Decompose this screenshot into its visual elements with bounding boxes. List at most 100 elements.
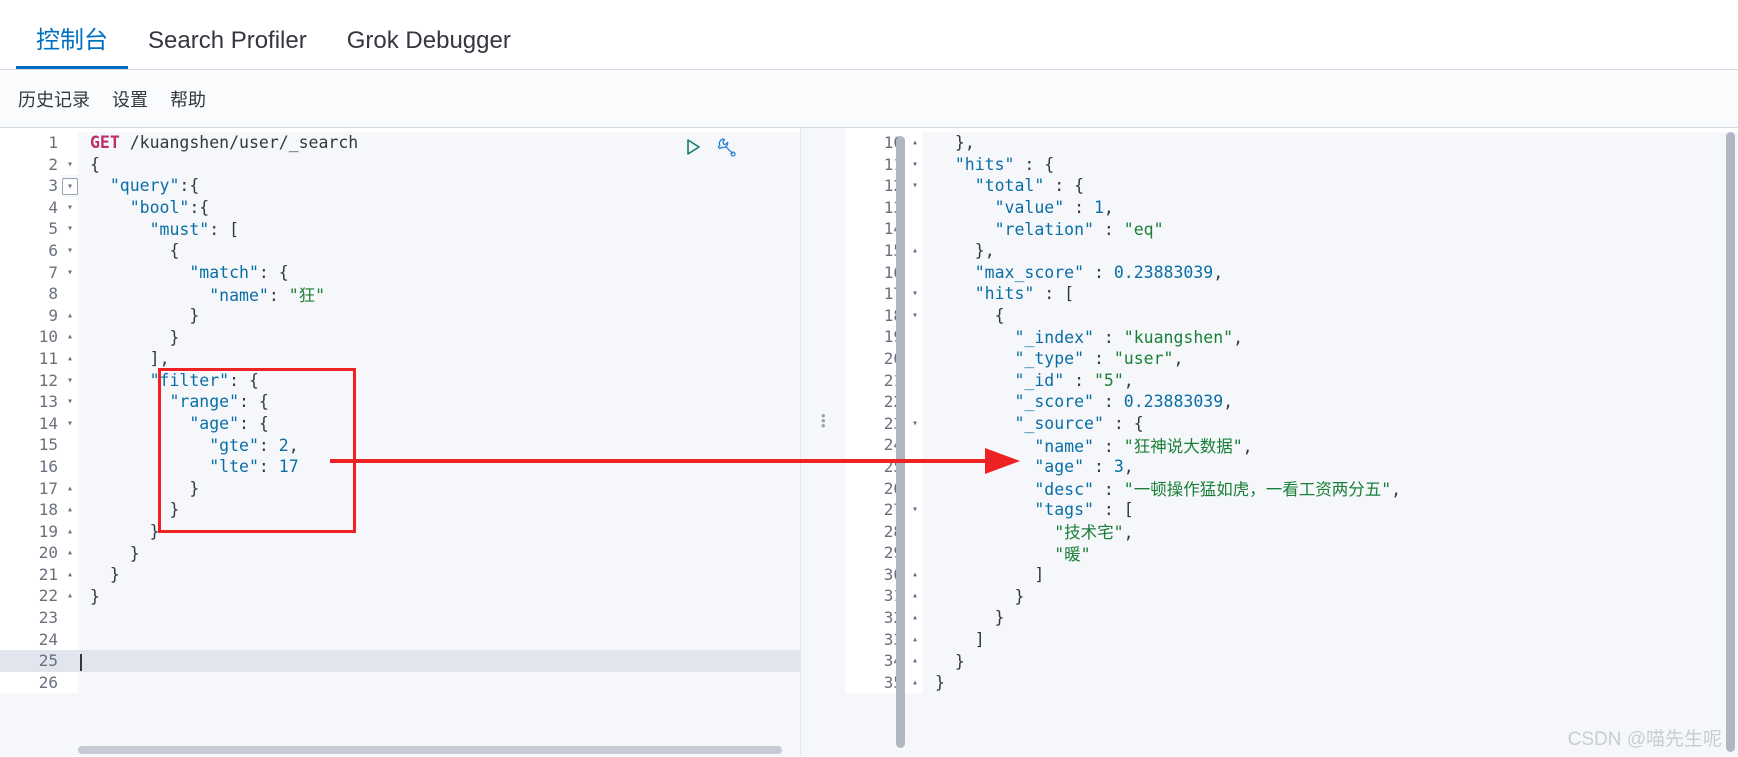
fold-toggle-icon[interactable]: ▴ [62, 563, 78, 586]
code-line[interactable]: 15 "gte": 2, [0, 434, 800, 456]
code-line[interactable]: 13 ▾ "range": { [0, 391, 800, 413]
code-line[interactable]: 19 "_index" : "kuangshen", [845, 326, 1738, 348]
code-line[interactable]: 25 [0, 650, 800, 672]
code-line[interactable]: 14 "relation" : "eq" [845, 218, 1738, 240]
code-line[interactable]: 12 ▾ "filter": { [0, 369, 800, 392]
left-pane-vertical-scrollbar[interactable] [896, 136, 905, 748]
code-line[interactable]: 20 "_type" : "user", [845, 347, 1738, 370]
wrench-icon[interactable] [716, 136, 738, 158]
fold-toggle-icon[interactable]: ▴ [62, 304, 78, 327]
code-line[interactable]: 28 "技术宅", [845, 520, 1738, 542]
code-line[interactable]: 23 ▾ "_source" : { [845, 412, 1738, 435]
response-editor[interactable]: 10 ▴ }, 11 ▾ "hits" : {12 ▾ "total" : {13 "v… [845, 128, 1738, 756]
code-line[interactable]: 21 "_id" : "5", [845, 369, 1738, 392]
code-line[interactable]: 17 ▾ "hits" : [ [845, 283, 1738, 305]
request-horizontal-scrollbar[interactable] [78, 746, 782, 754]
fold-toggle-icon[interactable]: ▴ [907, 628, 923, 651]
code-line[interactable]: 27 ▾ "tags" : [ [845, 499, 1738, 521]
code-line[interactable]: 15 ▴ }, [845, 239, 1738, 262]
code-line[interactable]: 32 ▴ } [845, 607, 1738, 629]
fold-toggle-icon[interactable]: ▴ [62, 542, 78, 564]
code-line[interactable]: 18 ▴ } [0, 499, 800, 521]
code-line[interactable]: 5 ▾ "must": [ [0, 218, 800, 240]
play-icon[interactable] [682, 136, 704, 158]
fold-toggle-icon[interactable]: ▾ [62, 196, 78, 219]
code-line[interactable]: 26 "desc" : "一顿操作猛如虎，一看工资两分五", [845, 477, 1738, 499]
fold-toggle-icon[interactable]: ▾ [907, 153, 923, 176]
code-line[interactable]: 22 "_score" : 0.23883039, [845, 391, 1738, 413]
response-viewer-pane[interactable]: 10 ▴ }, 11 ▾ "hits" : {12 ▾ "total" : {13 "v… [845, 128, 1738, 756]
fold-toggle-icon[interactable]: ▾ [62, 239, 78, 262]
code-line[interactable]: 29 "暖" [845, 542, 1738, 564]
fold-toggle-icon[interactable]: ▾ [62, 178, 78, 196]
code-line[interactable]: 34 ▴ } [845, 650, 1738, 672]
fold-toggle-icon[interactable]: ▾ [62, 218, 78, 240]
tab-search-profiler[interactable]: Search Profiler [128, 29, 327, 69]
code-line[interactable]: 20 ▴ } [0, 542, 800, 564]
code-line[interactable]: 35 ▴} [845, 671, 1738, 694]
fold-toggle-icon[interactable]: ▴ [907, 607, 923, 629]
code-line[interactable]: 10 ▴ } [0, 326, 800, 348]
fold-toggle-icon[interactable]: ▾ [62, 261, 78, 284]
fold-toggle-icon[interactable]: ▾ [907, 412, 923, 435]
code-line[interactable]: 10 ▴ }, [845, 132, 1738, 154]
fold-toggle-icon[interactable]: ▾ [907, 283, 923, 305]
code-line[interactable]: 21 ▴ } [0, 563, 800, 586]
code-line[interactable]: 1 GET /kuangshen/user/_search [0, 132, 800, 154]
code-line[interactable]: 12 ▾ "total" : { [845, 175, 1738, 197]
code-line[interactable]: 8 "name": "狂" [0, 283, 800, 305]
fold-toggle-icon[interactable]: ▴ [62, 477, 78, 500]
code-line[interactable]: 18 ▾ { [845, 304, 1738, 327]
code-line[interactable]: 16 "max_score" : 0.23883039, [845, 261, 1738, 284]
fold-toggle-icon[interactable]: ▴ [907, 239, 923, 262]
fold-toggle-icon[interactable]: ▾ [62, 369, 78, 392]
code-line[interactable]: 11 ▾ "hits" : { [845, 153, 1738, 176]
tab-grok-debugger[interactable]: Grok Debugger [327, 29, 531, 69]
code-line[interactable]: 11 ▴ ], [0, 347, 800, 370]
fold-toggle-icon[interactable]: ▾ [62, 412, 78, 435]
fold-toggle-icon[interactable]: ▾ [62, 391, 78, 413]
submenu-item-help[interactable]: 帮助 [170, 86, 206, 112]
code-line[interactable]: 19 ▴ } [0, 520, 800, 543]
fold-toggle-icon[interactable]: ▾ [62, 153, 78, 176]
code-line[interactable]: 16 "lte": 17 [0, 455, 800, 478]
fold-toggle-icon[interactable]: ▴ [62, 499, 78, 521]
tab-console[interactable]: 控制台 [16, 29, 128, 69]
fold-toggle-icon[interactable]: ▴ [907, 671, 923, 694]
fold-toggle-icon[interactable]: ▴ [907, 585, 923, 608]
code-line[interactable]: 33 ▴ ] [845, 628, 1738, 651]
code-line[interactable]: 30 ▴ ] [845, 563, 1738, 586]
code-line[interactable]: 26 [0, 671, 800, 694]
code-line[interactable]: 23 [0, 607, 800, 629]
fold-toggle-icon[interactable]: ▾ [907, 175, 923, 197]
response-vertical-scrollbar[interactable] [1726, 132, 1735, 752]
code-line[interactable]: 17 ▴ } [0, 477, 800, 500]
fold-toggle-icon[interactable]: ▴ [907, 650, 923, 672]
code-line[interactable]: 25 "age" : 3, [845, 455, 1738, 478]
code-line[interactable]: 14 ▾ "age": { [0, 412, 800, 435]
fold-toggle-icon[interactable]: ▴ [907, 563, 923, 586]
request-editor[interactable]: 1 GET /kuangshen/user/_search 2 ▾{3 ▾ "query… [0, 128, 800, 756]
code-line[interactable]: 7 ▾ "match": { [0, 261, 800, 284]
fold-toggle-icon[interactable]: ▴ [62, 326, 78, 348]
submenu-item-history[interactable]: 历史记录 [18, 86, 90, 112]
fold-toggle-icon[interactable]: ▾ [907, 499, 923, 521]
code-line[interactable]: 4 ▾ "bool":{ [0, 196, 800, 219]
code-line[interactable]: 22 ▴} [0, 585, 800, 608]
code-line[interactable]: 3 ▾ "query":{ [0, 175, 800, 197]
code-line[interactable]: 24 "name" : "狂神说大数据", [845, 434, 1738, 456]
code-line[interactable]: 6 ▾ { [0, 239, 800, 262]
fold-toggle-icon[interactable]: ▾ [907, 304, 923, 327]
submenu-item-settings[interactable]: 设置 [112, 86, 148, 112]
pane-splitter[interactable]: • • • [801, 128, 845, 756]
request-editor-pane[interactable]: 1 GET /kuangshen/user/_search 2 ▾{3 ▾ "query… [0, 128, 801, 756]
code-line[interactable]: 9 ▴ } [0, 304, 800, 327]
code-line[interactable]: 31 ▴ } [845, 585, 1738, 608]
fold-toggle-icon[interactable]: ▴ [62, 585, 78, 608]
fold-toggle-icon[interactable]: ▴ [62, 347, 78, 370]
fold-toggle-icon[interactable]: ▴ [907, 132, 923, 154]
fold-toggle-icon[interactable]: ▴ [62, 520, 78, 543]
code-line[interactable]: 2 ▾{ [0, 153, 800, 176]
code-line[interactable]: 24 [0, 628, 800, 651]
code-line[interactable]: 13 "value" : 1, [845, 196, 1738, 219]
